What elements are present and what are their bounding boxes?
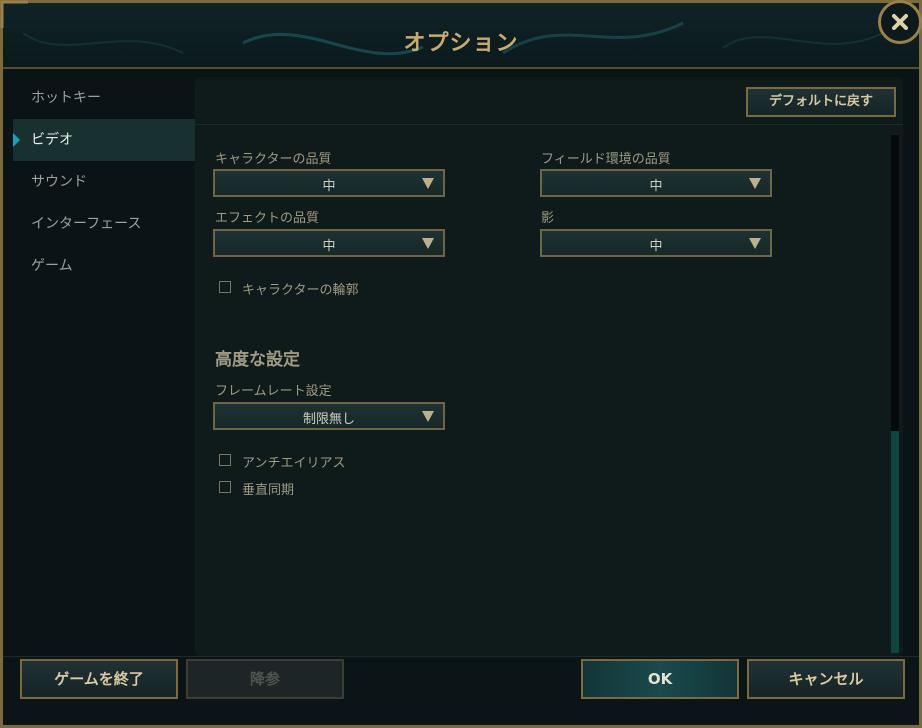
character-quality-dropdown[interactable]: 中: [213, 169, 445, 197]
sidebar-item-label: ゲーム: [31, 258, 73, 274]
close-x-icon: [892, 14, 908, 30]
video-settings-panel: デフォルトに戻す キャラクターの品質 中 フィールド環境の品質 中 エフェクトの…: [195, 77, 903, 657]
frame-rate-dropdown[interactable]: 制限無し: [213, 402, 445, 430]
arrow-right-icon: [13, 133, 20, 147]
sidebar-item-game[interactable]: ゲーム: [13, 245, 195, 287]
divider: [195, 124, 903, 125]
character-quality-label: キャラクターの品質: [215, 152, 332, 167]
sidebar-item-sound[interactable]: サウンド: [13, 161, 195, 203]
options-window: オプション ホットキー ビデオ サウンド インターフェース ゲーム デフォルトに…: [0, 0, 922, 728]
checkbox-box: [219, 454, 231, 466]
restore-defaults-button[interactable]: デフォルトに戻す: [746, 87, 896, 117]
effects-quality-label: エフェクトの品質: [215, 211, 320, 226]
triangle-down-icon: [749, 178, 761, 189]
dropdown-value: 中: [649, 239, 663, 254]
checkbox-box: [219, 481, 231, 493]
environment-quality-label: フィールド環境の品質: [541, 152, 671, 167]
dropdown-value: 中: [649, 179, 663, 194]
triangle-down-icon: [422, 411, 434, 422]
sidebar-item-label: ビデオ: [31, 132, 73, 148]
surrender-button: 降参: [186, 659, 344, 699]
frame-rate-label: フレームレート設定: [215, 384, 332, 399]
sidebar-item-video[interactable]: ビデオ: [13, 119, 195, 161]
corner-ornament: [0, 0, 28, 28]
window-title: オプション: [403, 31, 519, 56]
sidebar-item-label: ホットキー: [31, 90, 101, 106]
dropdown-value: 制限無し: [302, 412, 355, 427]
shadows-dropdown[interactable]: 中: [540, 229, 772, 257]
dropdown-value: 中: [322, 179, 336, 194]
close-button[interactable]: [878, 0, 922, 44]
sidebar-item-label: インターフェース: [31, 216, 142, 232]
checkbox-label: アンチエイリアス: [242, 456, 346, 471]
footer-bar: ゲームを終了 降参 OK キャンセル: [3, 656, 919, 725]
title-bar: オプション: [3, 3, 919, 69]
sidebar-item-hotkeys[interactable]: ホットキー: [13, 77, 195, 119]
options-sidebar: ホットキー ビデオ サウンド インターフェース ゲーム: [13, 77, 195, 657]
triangle-down-icon: [422, 178, 434, 189]
checkbox-label: キャラクターの輪郭: [242, 283, 359, 298]
scrollbar-thumb[interactable]: [891, 431, 899, 653]
ok-button[interactable]: OK: [581, 659, 739, 699]
dropdown-value: 中: [322, 239, 336, 254]
sidebar-item-interface[interactable]: インターフェース: [13, 203, 195, 245]
triangle-down-icon: [422, 238, 434, 249]
triangle-down-icon: [749, 238, 761, 249]
environment-quality-dropdown[interactable]: 中: [540, 169, 772, 197]
checkbox-label: 垂直同期: [242, 483, 295, 498]
checkbox-box: [219, 281, 231, 293]
advanced-settings-heading: 高度な設定: [215, 350, 300, 370]
sidebar-item-label: サウンド: [31, 174, 87, 190]
quit-game-button[interactable]: ゲームを終了: [20, 659, 178, 699]
effects-quality-dropdown[interactable]: 中: [213, 229, 445, 257]
cancel-button[interactable]: キャンセル: [747, 659, 905, 699]
shadows-label: 影: [541, 211, 555, 226]
scrollbar[interactable]: [891, 135, 899, 653]
